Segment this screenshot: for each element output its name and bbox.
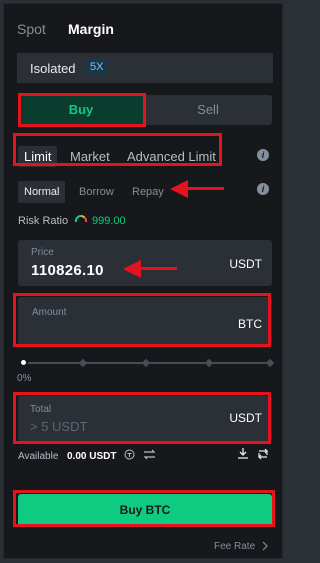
margin-mode-label: Isolated <box>30 61 76 76</box>
sell-tab-button[interactable]: Sell <box>144 95 272 125</box>
annotation-arrow-price <box>137 267 177 270</box>
trade-panel: Spot Margin Isolated 5X Buy Sell Limit M… <box>3 3 283 559</box>
arrow-head-icon <box>123 260 141 278</box>
risk-gauge-icon <box>74 215 88 223</box>
fee-rate-link[interactable]: Fee Rate <box>214 541 255 552</box>
chevron-right-icon[interactable] <box>262 541 269 551</box>
slider-handle[interactable] <box>19 358 28 367</box>
annotation-arrow-repay <box>184 187 224 190</box>
convert-icon[interactable] <box>143 449 156 460</box>
highlight-box-buy-btc <box>13 490 275 527</box>
highlight-box-buy <box>18 93 146 127</box>
download-icon[interactable] <box>237 447 249 460</box>
available-label: Available <box>18 451 59 462</box>
slider-step[interactable] <box>141 358 151 368</box>
mode-borrow[interactable]: Borrow <box>79 186 114 198</box>
price-value[interactable]: 110826.10 <box>31 262 104 279</box>
slider-step[interactable] <box>265 358 275 368</box>
mode-normal[interactable]: Normal <box>18 181 66 203</box>
available-value: 0.00 USDT <box>67 451 117 462</box>
margin-mode-selector[interactable]: Isolated 5X <box>17 53 273 83</box>
highlight-box-order-types <box>13 133 222 166</box>
price-label: Price <box>31 247 54 258</box>
risk-ratio-label: Risk Ratio <box>18 215 69 227</box>
swap-icon[interactable] <box>257 447 269 460</box>
leverage-badge: 5X <box>86 59 108 76</box>
price-unit: USDT <box>229 257 262 271</box>
risk-ratio-value: 999.00 <box>92 215 126 227</box>
price-field[interactable]: Price 110826.10 USDT <box>18 240 272 286</box>
info-icon[interactable]: i <box>257 149 269 161</box>
info-icon[interactable]: i <box>257 183 269 195</box>
slider-step[interactable] <box>78 358 88 368</box>
tab-spot[interactable]: Spot <box>17 21 46 37</box>
slider-percent-label: 0% <box>17 373 32 384</box>
tab-margin[interactable]: Margin <box>68 21 114 37</box>
arrow-head-icon <box>170 180 188 198</box>
transfer-icon[interactable] <box>124 449 135 460</box>
highlight-box-amount <box>13 293 271 347</box>
mode-repay[interactable]: Repay <box>132 186 164 198</box>
highlight-box-total <box>13 392 271 444</box>
slider-step[interactable] <box>204 358 214 368</box>
